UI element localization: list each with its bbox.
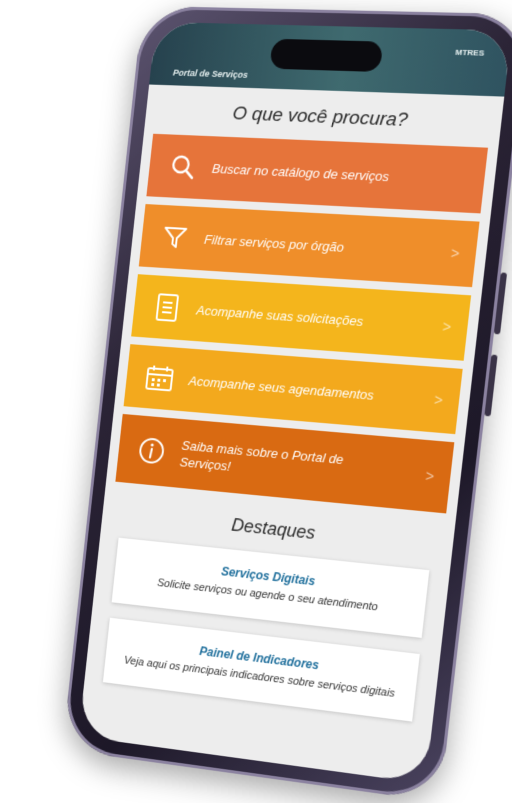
button-label: Buscar no catálogo de serviços (211, 160, 390, 184)
dynamic-island (269, 38, 384, 73)
filter-icon (157, 220, 193, 255)
chevron-right-icon: > (449, 244, 461, 262)
chevron-right-icon: > (433, 391, 444, 409)
page-title: O que você procura? (231, 103, 409, 132)
button-label: Acompanhe seus agendamentos (188, 372, 375, 403)
main-content: O que você procura? Buscar no catálogo d… (85, 85, 505, 725)
search-catalog-button[interactable]: Buscar no catálogo de serviços (146, 133, 489, 214)
button-label: Acompanhe suas solicitações (195, 302, 365, 329)
app-header: Portal de Serviços MTRES (149, 21, 512, 97)
highlight-card-indicators[interactable]: Painel de Indicadores Veja aqui os princ… (102, 617, 420, 722)
status-indicator: MTRES (454, 47, 485, 58)
phone-mockup: Portal de Serviços MTRES O que você proc… (62, 5, 512, 803)
portal-label: Portal de Serviços (172, 67, 249, 80)
button-label: Saiba mais sobre o Portal de Serviços! (179, 437, 345, 474)
button-label: Filtrar serviços por órgão (203, 231, 345, 255)
calendar-icon (142, 360, 178, 396)
filter-by-agency-button[interactable]: Filtrar serviços por órgão > (138, 204, 480, 288)
search-icon (165, 149, 201, 184)
info-icon (134, 433, 169, 469)
chevron-right-icon: > (441, 318, 452, 336)
document-icon (150, 290, 186, 325)
chevron-right-icon: > (424, 467, 435, 485)
